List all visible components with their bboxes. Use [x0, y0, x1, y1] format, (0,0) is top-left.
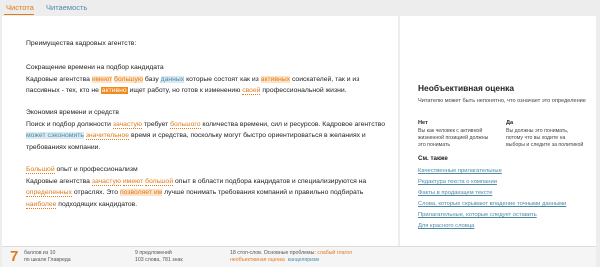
text-editor[interactable]: Преимущества кадровых агентств: Сокращен…: [2, 16, 398, 246]
editor-title: Преимущества кадровых агентств:: [26, 40, 137, 47]
example-no-label: Нет: [418, 120, 428, 126]
issue-word[interactable]: наиболее: [26, 200, 57, 209]
issue-word[interactable]: зачастую: [91, 177, 121, 186]
see-also-link[interactable]: Редактура текста о компании: [418, 178, 497, 186]
text-stats: 9 предложений 103 слова, 781 знак: [135, 250, 183, 264]
tab-bar: Чистота Читаемость: [0, 0, 600, 16]
see-also-link[interactable]: Прилагательные, которые следует оставить: [418, 211, 537, 219]
paragraph-2: Экономия времени и средств Поиск и подбо…: [26, 109, 386, 151]
issue-word[interactable]: значительное: [85, 132, 130, 141]
example-yes-label: Да: [506, 120, 514, 126]
issue-word[interactable]: Большой: [26, 166, 55, 174]
issue-word[interactable]: своей: [242, 87, 261, 96]
paragraph-1: Сокращение времени на подбор кандидата К…: [26, 62, 386, 97]
issue-word[interactable]: большой: [145, 177, 174, 186]
example-no: Нет Вы как человек с активной жизненной …: [418, 120, 496, 149]
paragraph-3-heading: Большой опыт и профессионализм: [26, 166, 138, 174]
example-no-text: Вы как человек с активной жизненной пози…: [418, 128, 489, 148]
issue-description: Читателю может быть непонятно, что означ…: [418, 98, 586, 104]
issue-word[interactable]: имеют: [91, 75, 113, 83]
tab-clarity[interactable]: Чистота: [6, 3, 34, 13]
issue-title: Необъективная оценка: [418, 83, 514, 93]
see-also-link[interactable]: Слова, которые скрывают владение точными…: [418, 200, 566, 208]
score-value: 7: [10, 248, 19, 265]
issue-word[interactable]: зачастую: [112, 120, 143, 129]
stopword-summary: 18 стоп-слов. Основные проблемы: слабый …: [230, 250, 353, 263]
issue-word[interactable]: активных: [260, 75, 291, 83]
paragraph-1-heading: Сокращение времени на подбор кандидата: [26, 64, 164, 71]
tab-readability[interactable]: Читаемость: [46, 3, 87, 13]
issue-word[interactable]: большую: [114, 75, 144, 83]
paragraph-2-heading: Экономия времени и средств: [26, 109, 119, 116]
issue-word[interactable]: позволяет им: [119, 189, 163, 197]
see-also-link[interactable]: Качественные прилагательные: [418, 167, 502, 175]
issue-word[interactable]: может сэкономить: [26, 132, 84, 140]
issue-word[interactable]: большого: [170, 120, 201, 129]
sentence-count: 9 предложений: [135, 250, 172, 256]
see-also-link[interactable]: Факты в продающем тексте: [418, 189, 492, 197]
problem-link[interactable]: необъективная оценка: [230, 257, 285, 263]
example-yes: Да Вы должны это понимать, потому что вы…: [506, 120, 584, 149]
active-tab-indicator: [4, 14, 34, 15]
paragraph-3: Большой опыт и профессионализм Кадровые …: [26, 164, 386, 210]
score-caption: баллов из 10 по шкале Главреда: [24, 250, 71, 263]
issue-panel: Необъективная оценка Читателю может быть…: [400, 16, 596, 246]
problem-link[interactable]: слабый глагол: [317, 250, 352, 256]
selected-issue-word[interactable]: активно: [100, 87, 128, 95]
see-also-link[interactable]: Для красного словца: [418, 222, 474, 230]
word-char-count: 103 слова, 781 знак: [135, 257, 183, 263]
problem-link[interactable]: канцеляризм: [288, 257, 319, 263]
issue-word[interactable]: данных: [160, 75, 185, 83]
see-also-title: См. также: [418, 155, 448, 162]
stats-footer: 7 баллов из 10 по шкале Главреда 9 предл…: [2, 246, 596, 267]
example-yes-text: Вы должны это понимать, потому что вы хо…: [506, 128, 584, 148]
issue-word[interactable]: определенных: [26, 189, 72, 198]
issue-word[interactable]: имеют: [122, 177, 144, 186]
